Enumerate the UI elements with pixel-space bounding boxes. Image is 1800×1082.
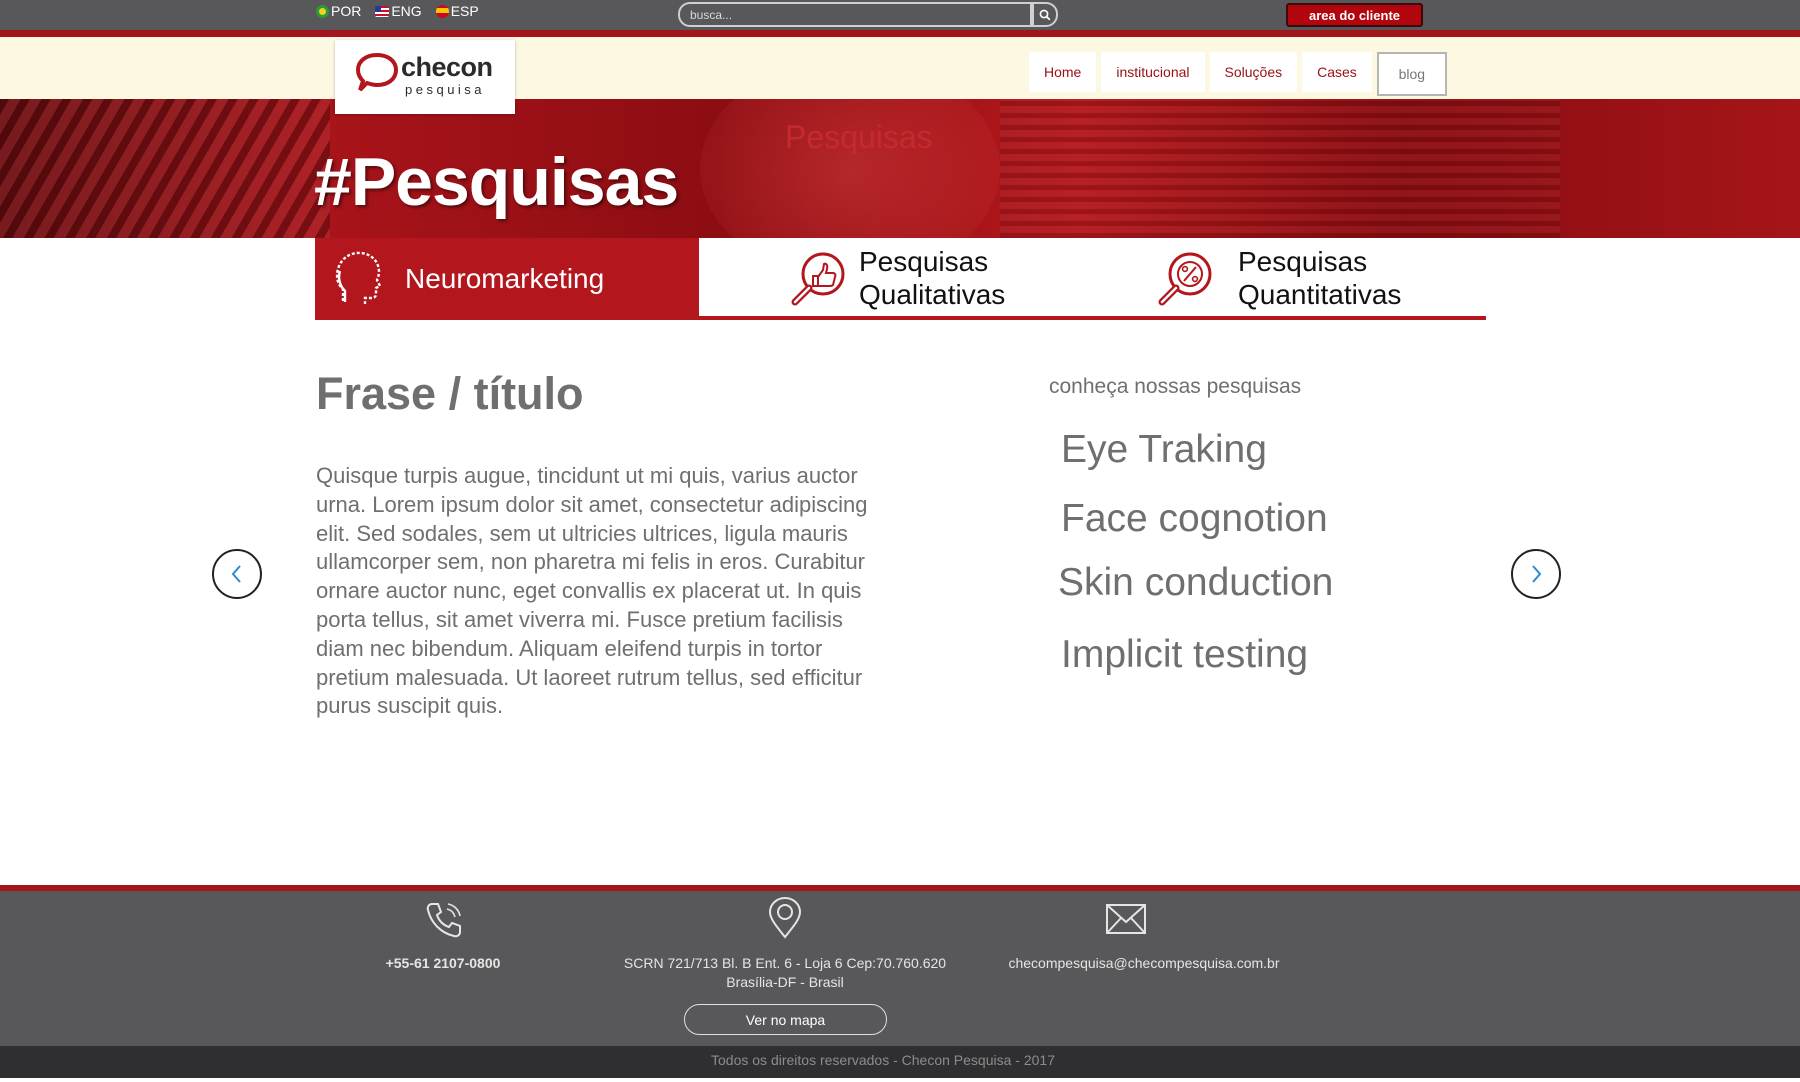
footer-phone: +55-61 2107-0800 xyxy=(385,955,501,971)
top-utility-bar: POR ENG ESP area do cliente xyxy=(0,0,1800,30)
hero-banner: Pesquisas #Pesquisas xyxy=(0,99,1800,238)
content-title: Frase / título xyxy=(316,368,584,419)
chevron-left-icon xyxy=(231,565,241,583)
tab-label-line1: Pesquisas xyxy=(859,246,989,277)
hero-background-pattern xyxy=(0,99,330,238)
tab-label: Pesquisas Quantitativas xyxy=(1238,245,1401,311)
tab-neuromarketing[interactable]: Neuromarketing xyxy=(315,238,699,318)
brazil-flag-icon xyxy=(316,4,329,18)
footer-email[interactable]: checompesquisa@checompesquisa.com.br xyxy=(979,955,1309,971)
search-input[interactable] xyxy=(678,2,1032,27)
divider xyxy=(0,30,1800,37)
usa-flag-icon xyxy=(375,5,390,17)
category-tabs: Neuromarketing Pesquisas Qualitativas Pe… xyxy=(315,238,1486,321)
client-area-button[interactable]: area do cliente xyxy=(1286,3,1423,27)
sidebar-title: conheça nossas pesquisas xyxy=(1049,375,1302,398)
nav-blog[interactable]: blog xyxy=(1376,52,1447,96)
copyright-text: Todos os direitos reservados - Checon Pe… xyxy=(711,1052,1055,1068)
tab-label: Neuromarketing xyxy=(405,262,605,294)
tab-pesquisas-quantitativas[interactable]: Pesquisas Quantitativas xyxy=(1156,238,1486,318)
footer-address-line1: SCRN 721/713 Bl. B Ent. 6 - Loja 6 Cep:7… xyxy=(623,955,947,971)
language-label: ESP xyxy=(450,3,479,19)
search-button[interactable] xyxy=(1032,2,1058,27)
head-icon xyxy=(335,251,382,304)
research-item-face-cognition[interactable]: Face cognotion xyxy=(1061,497,1328,541)
language-eng[interactable]: ENG xyxy=(375,3,422,19)
speech-bubble-icon xyxy=(355,52,399,92)
footer-address-line2: Brasília-DF - Brasil xyxy=(726,974,844,990)
tab-label-line1: Pesquisas xyxy=(1238,246,1368,277)
language-switcher: POR ENG ESP xyxy=(316,3,479,19)
tab-label: Pesquisas Qualitativas xyxy=(859,245,1005,311)
hero-ghost-text: Pesquisas xyxy=(785,119,933,155)
search-icon xyxy=(1039,9,1051,20)
content-body: Quisque turpis augue, tincidunt ut mi qu… xyxy=(316,463,868,719)
magnifier-percent-icon xyxy=(1158,252,1212,306)
hero-background-pattern xyxy=(1000,99,1560,238)
location-pin-icon xyxy=(768,896,802,939)
footer-address: SCRN 721/713 Bl. B Ent. 6 - Loja 6 Cep:7… xyxy=(585,955,985,990)
tabs-underline xyxy=(315,316,1486,320)
tab-label-line2: Qualitativas xyxy=(859,279,1006,310)
nav-home[interactable]: Home xyxy=(1029,52,1097,92)
research-item-skin-conduction[interactable]: Skin conduction xyxy=(1058,561,1333,605)
language-label: ENG xyxy=(391,3,422,19)
page-title: #Pesquisas xyxy=(314,144,679,220)
logo-name: checon xyxy=(401,52,493,82)
chevron-right-icon xyxy=(1532,565,1542,583)
language-por[interactable]: POR xyxy=(316,3,361,19)
research-item-implicit-testing[interactable]: Implicit testing xyxy=(1061,633,1308,677)
nav-solucoes[interactable]: Soluções xyxy=(1209,52,1298,92)
site-header xyxy=(0,37,1800,99)
language-label: POR xyxy=(331,3,362,19)
envelope-icon xyxy=(1106,904,1146,934)
logo[interactable]: checon pesquisa xyxy=(335,40,515,114)
research-item-eye-tracking[interactable]: Eye Traking xyxy=(1061,428,1267,472)
spain-flag-icon xyxy=(435,4,449,18)
nav-cases[interactable]: Cases xyxy=(1302,52,1372,92)
magnifier-thumbs-up-icon xyxy=(791,252,845,306)
tab-label-line2: Quantitativas xyxy=(1238,279,1402,310)
language-esp[interactable]: ESP xyxy=(435,3,479,19)
view-map-button[interactable]: Ver no mapa xyxy=(684,1004,887,1035)
nav-institucional[interactable]: institucional xyxy=(1101,52,1205,92)
main-nav: Home institucional Soluções Cases blog xyxy=(1029,52,1447,96)
carousel-next-button[interactable] xyxy=(1511,549,1561,599)
search-box xyxy=(678,2,1058,27)
tab-pesquisas-qualitativas[interactable]: Pesquisas Qualitativas xyxy=(789,238,1119,318)
phone-icon xyxy=(426,903,461,938)
carousel-prev-button[interactable] xyxy=(212,549,262,599)
logo-subtitle: pesquisa xyxy=(405,82,486,97)
